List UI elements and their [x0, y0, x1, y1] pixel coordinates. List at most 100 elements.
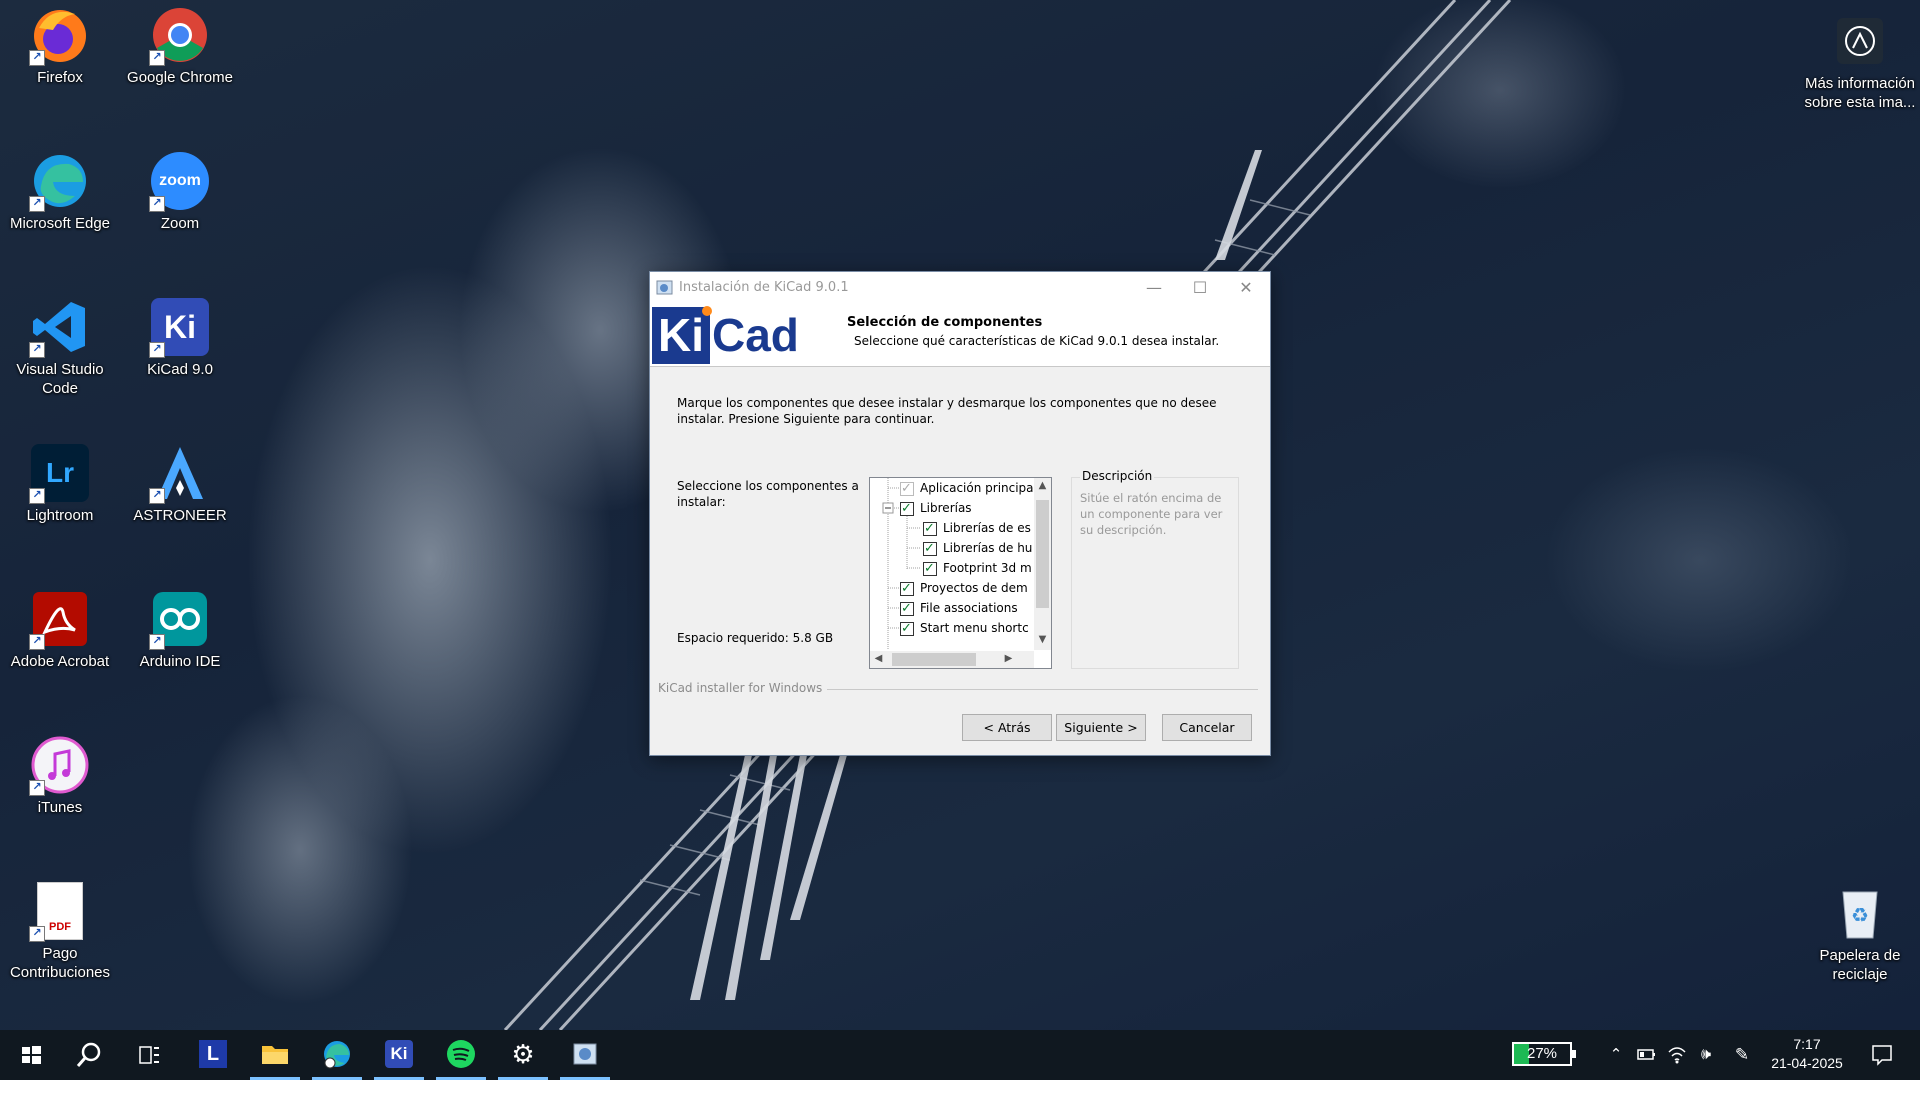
notification-icon — [1872, 1045, 1892, 1066]
description-box: Descripción Sitúe el ratón encima de un … — [1071, 469, 1239, 669]
icon-label: Visual Studio Code — [16, 361, 104, 397]
taskbar-app-l[interactable]: L — [188, 1030, 238, 1080]
checkbox[interactable] — [923, 519, 937, 539]
taskbar-installer[interactable] — [560, 1030, 610, 1080]
desktop-icon-google-chrome[interactable]: ↗ Google Chrome — [120, 6, 240, 87]
desktop-icon-recycle-bin[interactable]: ♻ Papelera de reciclaje — [1800, 884, 1920, 984]
icon-label: iTunes — [37, 799, 83, 816]
search-button[interactable] — [64, 1030, 114, 1080]
battery-indicator[interactable]: 27% — [1512, 1042, 1576, 1066]
clock[interactable]: 7:17 21-04-2025 — [1762, 1030, 1852, 1080]
task-view-button[interactable] — [124, 1030, 174, 1080]
taskbar-edge[interactable] — [312, 1030, 362, 1080]
desktop-icon-pago-contribuciones[interactable]: PDF ↗ Pago Contribuciones — [0, 882, 120, 982]
speaker-icon: 🕪 — [1700, 1046, 1712, 1063]
icon-label: Lightroom — [26, 507, 94, 524]
back-button[interactable]: < Atrás — [962, 714, 1052, 741]
desktop-icon-astroneer[interactable]: ↗ ASTRONEER — [120, 444, 240, 525]
network-tray-icon[interactable] — [1664, 1030, 1690, 1080]
scroll-right-arrow[interactable]: ▶ — [1000, 653, 1017, 664]
tree-vertical-scrollbar[interactable]: ▲ ▼ — [1034, 478, 1051, 650]
taskbar-kicad[interactable]: Ki — [374, 1030, 424, 1080]
kicad-installer-dialog: Instalación de KiCad 9.0.1 — ☐ ✕ Ki Cad … — [649, 271, 1271, 756]
scroll-up-arrow[interactable]: ▲ — [1034, 480, 1051, 491]
desktop-icon-visual-studio-code[interactable]: ↗ Visual Studio Code — [0, 298, 120, 398]
scroll-down-arrow[interactable]: ▼ — [1034, 634, 1051, 645]
camera-info-icon — [1831, 12, 1889, 70]
header-subtitle: Seleccione qué características de KiCad … — [854, 334, 1220, 348]
wifi-icon — [1668, 1047, 1686, 1064]
maximize-button[interactable]: ☐ — [1177, 272, 1223, 303]
checkbox[interactable] — [923, 559, 937, 579]
action-center-button[interactable] — [1864, 1030, 1900, 1080]
windows-logo-icon — [22, 1046, 41, 1064]
battery-icon — [1637, 1049, 1655, 1060]
desktop-icon-arduino-ide[interactable]: ↗ Arduino IDE — [120, 590, 240, 671]
recycle-bin-icon: ♻ — [1831, 884, 1889, 942]
components-tree[interactable]: Aplicación principa Librerías Librerías … — [869, 477, 1052, 669]
desktop-icon-adobe-acrobat[interactable]: ↗ Adobe Acrobat — [0, 590, 120, 671]
tree-horizontal-scrollbar[interactable]: ◀ ▶ — [870, 651, 1034, 668]
itunes-icon: ↗ — [29, 736, 89, 796]
kicad-icon: Ki ↗ — [149, 298, 209, 358]
clock-time: 7:17 — [1793, 1036, 1821, 1052]
close-button[interactable]: ✕ — [1223, 272, 1269, 303]
desktop-icon-kicad[interactable]: Ki ↗ KiCad 9.0 — [120, 298, 240, 379]
checkbox[interactable] — [900, 579, 914, 599]
acrobat-icon: ↗ — [29, 590, 89, 650]
next-button[interactable]: Siguiente > — [1056, 714, 1146, 741]
icon-label: Más información sobre esta ima... — [1804, 75, 1916, 111]
battery-percentage: 27% — [1526, 1045, 1558, 1062]
scroll-thumb[interactable] — [1036, 500, 1049, 608]
icon-label: ASTRONEER — [133, 507, 227, 524]
cancel-button[interactable]: Cancelar — [1162, 714, 1252, 741]
icon-label: Microsoft Edge — [9, 215, 111, 232]
pen-tray-icon[interactable]: ✎ — [1727, 1030, 1757, 1080]
volume-tray-icon[interactable]: 🕪 — [1693, 1030, 1719, 1080]
desktop-icon-microsoft-edge[interactable]: ↗ Microsoft Edge — [0, 152, 120, 233]
astroneer-icon: ↗ — [149, 444, 209, 504]
installer-app-icon — [656, 280, 673, 295]
icon-label: Arduino IDE — [139, 653, 221, 670]
description-text: Sitúe el ratón encima de un componente p… — [1080, 491, 1223, 537]
space-required-label: Espacio requerido: 5.8 GB — [677, 631, 834, 645]
scroll-thumb[interactable] — [892, 653, 976, 666]
minimize-button[interactable]: — — [1131, 272, 1177, 303]
installer-brand-label: KiCad installer for Windows — [658, 681, 828, 695]
desktop-icon-zoom[interactable]: zoom ↗ Zoom — [120, 152, 240, 233]
search-icon — [76, 1042, 101, 1067]
chrome-icon: ↗ — [149, 6, 209, 66]
battery-tray-icon[interactable] — [1634, 1030, 1660, 1080]
desktop-icon-more-info-image[interactable]: Más información sobre esta ima... — [1800, 12, 1920, 112]
kicad-icon: Ki — [385, 1040, 413, 1068]
edge-icon — [324, 1041, 350, 1069]
checkbox[interactable] — [900, 499, 914, 519]
icon-label: KiCad 9.0 — [147, 361, 213, 378]
checkbox[interactable] — [900, 479, 914, 499]
zoom-icon: zoom ↗ — [149, 152, 209, 212]
taskbar-settings[interactable]: ⚙ — [498, 1030, 548, 1080]
select-components-label: Seleccione los componentes a instalar: — [677, 479, 859, 509]
desktop-icon-itunes[interactable]: ↗ iTunes — [0, 736, 120, 817]
dialog-title-bar[interactable]: Instalación de KiCad 9.0.1 — ☐ ✕ — [650, 272, 1270, 303]
l-app-icon: L — [199, 1040, 227, 1068]
edge-icon: ↗ — [29, 152, 89, 212]
start-button[interactable] — [6, 1030, 56, 1080]
checkbox[interactable] — [900, 599, 914, 619]
desktop-icon-lightroom[interactable]: Lr ↗ Lightroom — [0, 444, 120, 525]
folder-icon — [262, 1046, 288, 1064]
taskbar-spotify[interactable] — [436, 1030, 486, 1080]
icon-label: Adobe Acrobat — [10, 653, 110, 670]
show-hidden-icons-button[interactable]: ⌃ — [1603, 1030, 1629, 1080]
firefox-icon: ↗ — [29, 6, 89, 66]
scroll-left-arrow[interactable]: ◀ — [870, 653, 887, 664]
header-title: Selección de componentes — [847, 315, 1043, 330]
svg-text:♻: ♻ — [1851, 903, 1869, 927]
checkbox[interactable] — [900, 619, 914, 639]
kicad-logo: Ki Cad — [652, 306, 824, 364]
taskbar-file-explorer[interactable] — [250, 1030, 300, 1080]
pdf-file-icon: PDF ↗ — [29, 882, 89, 942]
icon-label: Firefox — [37, 69, 83, 86]
desktop-icon-firefox[interactable]: ↗ Firefox — [0, 6, 120, 87]
checkbox[interactable] — [923, 539, 937, 559]
